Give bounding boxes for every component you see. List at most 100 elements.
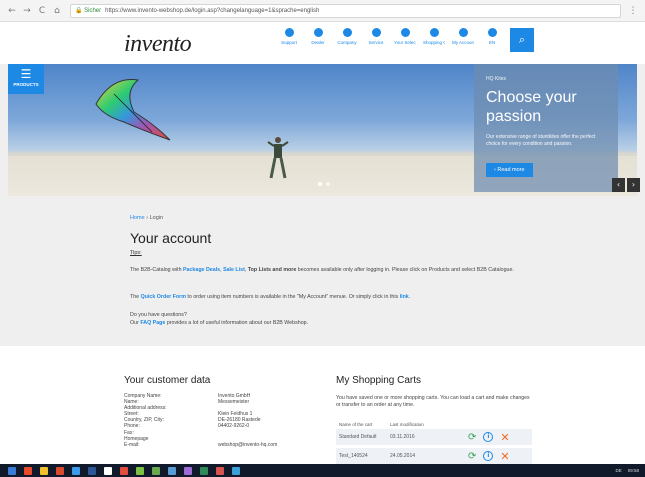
breadcrumb-home[interactable]: Home: [130, 215, 145, 221]
top-lists-text: Top Lists and more: [247, 267, 297, 273]
faq-line: Our FAQ Page provides a lot of useful in…: [130, 319, 530, 327]
forward-icon[interactable]: →: [21, 6, 33, 16]
account-details-section: Your customer data Company Name: Invento …: [0, 346, 645, 464]
nav-service[interactable]: Service: [365, 28, 387, 45]
breadcrumb-current: Login: [149, 215, 164, 221]
taskbar-app-icon[interactable]: [88, 466, 96, 475]
service-icon: [371, 28, 381, 37]
url-text[interactable]: https://www.invento-webshop.de/login.asp…: [105, 8, 319, 14]
delete-icon[interactable]: ✕: [500, 431, 509, 444]
globe-icon: [487, 28, 497, 37]
taskbar-app-icon[interactable]: [232, 466, 240, 475]
taskbar-app-icon[interactable]: [72, 466, 80, 475]
taskbar-app-icon[interactable]: [104, 466, 112, 475]
nav-your-selection[interactable]: Your Selection: [394, 28, 416, 45]
slide-dot[interactable]: [318, 182, 322, 186]
nav-support[interactable]: Support: [278, 28, 300, 45]
read-more-button[interactable]: › Read more: [486, 163, 533, 177]
nav-language[interactable]: EN: [481, 28, 503, 45]
breadcrumb: Home › Login: [130, 215, 163, 221]
taskbar-app-icon[interactable]: [168, 466, 176, 475]
customer-data-title: Your customer data: [124, 375, 211, 386]
taskbar-app-icon[interactable]: [24, 466, 32, 475]
info-paragraph-catalog: The B2B-Catalog with Package Deals, Sale…: [130, 266, 530, 274]
info-icon[interactable]: i: [483, 451, 494, 461]
prev-slide-icon[interactable]: ‹: [612, 178, 625, 192]
browser-toolbar: ← → C ⌂ 🔒 Sicher https://www.invento-web…: [0, 0, 645, 22]
load-cart-icon[interactable]: ⟳: [468, 432, 476, 443]
row-actions: ⟳ i ✕: [468, 450, 510, 463]
taskbar-app-icon[interactable]: [184, 466, 192, 475]
taskbar-app-icon[interactable]: [56, 466, 64, 475]
home-icon[interactable]: ⌂: [51, 6, 63, 16]
slide-indicators: [318, 182, 330, 186]
shopping-carts-intro: You have saved one or more shopping cart…: [336, 395, 530, 408]
column-header-date: Last modification: [390, 421, 424, 427]
tips-heading: Tips:: [130, 250, 142, 256]
logo-text: invento: [124, 31, 192, 57]
nav-label: Dealer: [311, 40, 325, 45]
reload-icon[interactable]: C: [36, 6, 48, 16]
browser-menu-icon[interactable]: ⋮: [627, 6, 639, 16]
search-icon: ⌕: [518, 33, 526, 46]
nav-label: Support: [281, 40, 297, 45]
search-button[interactable]: ⌕: [510, 28, 534, 52]
products-menu-button[interactable]: ☰ PRODUCTS: [8, 64, 44, 94]
sale-list-link[interactable]: Sale List: [223, 267, 245, 273]
taskbar-app-icon[interactable]: [40, 466, 48, 475]
taskbar-app-icon[interactable]: [216, 466, 224, 475]
shopping-carts-table: Name of the cart Last modification Stand…: [336, 419, 532, 467]
clock[interactable]: 09:58: [628, 468, 639, 473]
cart-name: Standard Default: [339, 434, 377, 440]
next-slide-icon[interactable]: ›: [627, 178, 640, 192]
text: provides a lot of useful information abo…: [165, 320, 309, 326]
kite-image: [95, 79, 171, 141]
cart-date: 24.05.2014: [390, 453, 416, 459]
quick-order-link[interactable]: link: [400, 294, 409, 300]
delete-icon[interactable]: ✕: [500, 450, 509, 463]
text: The: [130, 294, 141, 300]
account-section: Home › Login Your account Tips: The B2B-…: [0, 196, 645, 346]
slide-dot[interactable]: [326, 182, 330, 186]
text: becomes available only after logging in.…: [296, 267, 514, 273]
hero-text: Our extensive range of stuntkites offer …: [486, 134, 596, 147]
back-icon[interactable]: ←: [6, 6, 18, 16]
user-icon: [458, 28, 468, 37]
text: .: [408, 294, 411, 300]
column-header-name: Name of the cart: [339, 421, 373, 427]
secure-badge: 🔒 Sicher: [75, 8, 102, 14]
invento-logo[interactable]: invento: [124, 31, 192, 58]
info-paragraph-faq: Do you have questions? Our FAQ Page prov…: [130, 311, 530, 327]
quick-order-form-link[interactable]: Quick Order Form: [141, 294, 186, 300]
table-row: Standard Default 03.11.2016 ⟳ i ✕: [336, 429, 532, 445]
load-cart-icon[interactable]: ⟳: [468, 451, 476, 462]
package-deals-link[interactable]: Package Deals: [183, 267, 220, 273]
language-indicator[interactable]: DE: [615, 468, 621, 473]
taskbar-app-icon[interactable]: [120, 466, 128, 475]
nav-label: Company: [337, 40, 357, 45]
hero-eyebrow: HQ Kites: [486, 76, 507, 82]
breadcrumb-separator: ›: [146, 215, 149, 221]
windows-start-icon[interactable]: [8, 466, 16, 475]
taskbar-app-icon[interactable]: [200, 466, 208, 475]
nav-my-account[interactable]: My Account: [452, 28, 474, 45]
company-icon: [342, 28, 352, 37]
row-actions: ⟳ i ✕: [468, 431, 510, 444]
customer-row: E-mail: webshop@invento-hq.com: [124, 442, 328, 448]
cart-name: Test_140524: [339, 453, 368, 459]
info-paragraph-quick-order: The Quick Order Form to order using item…: [130, 293, 530, 301]
taskbar-app-icon[interactable]: [152, 466, 160, 475]
nav-company[interactable]: Company: [336, 28, 358, 45]
nav-shopping-cart[interactable]: Shopping Cart: [423, 28, 445, 45]
page-title: Your account: [130, 230, 212, 246]
info-icon[interactable]: i: [483, 432, 494, 442]
header-nav: Support Dealer Company Service Your Sele…: [278, 28, 503, 45]
faq-page-link[interactable]: FAQ Page: [140, 320, 165, 326]
cart-date: 03.11.2016: [390, 434, 415, 440]
text: Our: [130, 320, 141, 326]
text: to order using item numbers is available…: [185, 294, 400, 300]
address-bar[interactable]: 🔒 Sicher https://www.invento-webshop.de/…: [70, 3, 621, 18]
taskbar-app-icon[interactable]: [136, 466, 144, 475]
nav-dealer[interactable]: Dealer: [307, 28, 329, 45]
location-icon: [313, 28, 323, 37]
